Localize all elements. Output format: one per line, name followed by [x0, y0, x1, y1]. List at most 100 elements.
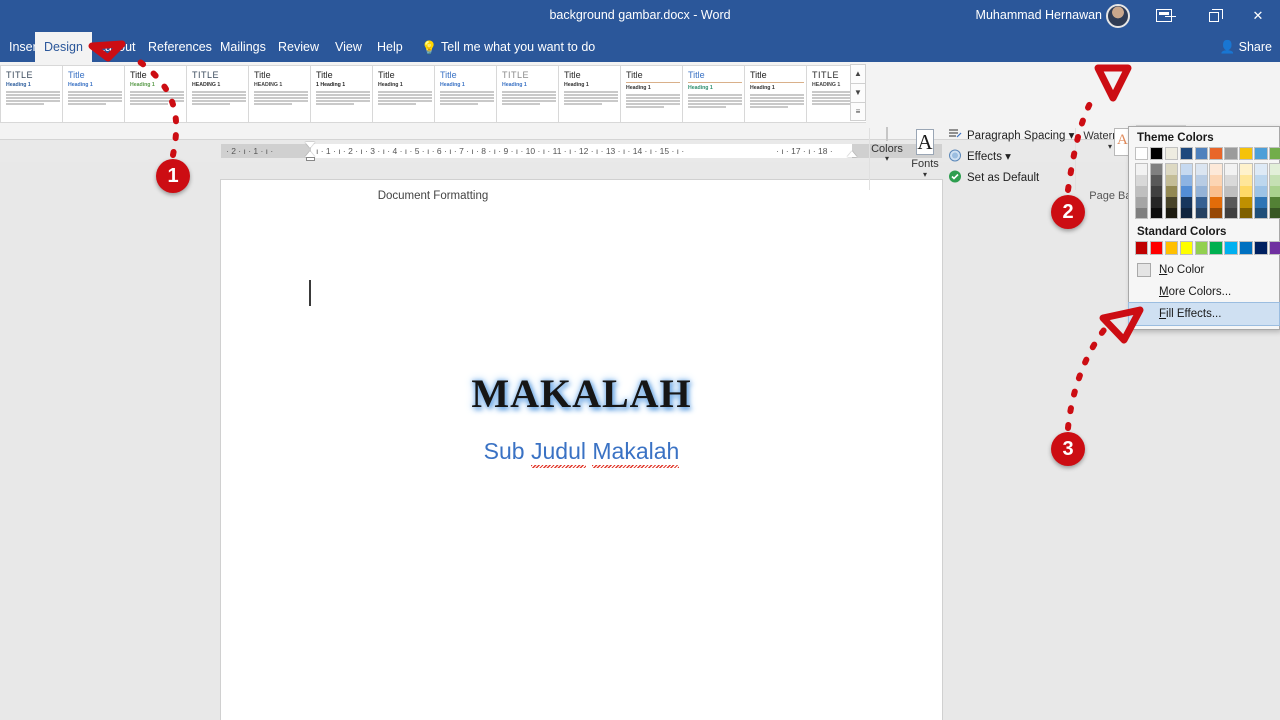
tab-review[interactable]: Review: [269, 32, 328, 62]
tab-help[interactable]: Help: [368, 32, 412, 62]
theme-color-swatch[interactable]: [1149, 147, 1164, 161]
standard-color-swatch[interactable]: [1209, 241, 1223, 255]
theme-color-tint-swatch[interactable]: [1135, 174, 1149, 186]
tab-mailings[interactable]: Mailings: [211, 32, 275, 62]
paragraph-spacing-button[interactable]: Paragraph Spacing ▾: [948, 128, 1074, 143]
style-gallery-item[interactable]: TITLE Heading 1: [0, 65, 66, 123]
style-gallery-item[interactable]: Title 1 Heading 1: [310, 65, 376, 123]
theme-color-swatch[interactable]: [1164, 147, 1179, 161]
theme-color-swatch[interactable]: [1179, 147, 1194, 161]
theme-color-tint-swatch[interactable]: [1209, 174, 1223, 186]
theme-color-tint-swatch[interactable]: [1194, 185, 1208, 197]
theme-color-tint-swatch[interactable]: [1269, 196, 1280, 209]
avatar[interactable]: [1106, 4, 1130, 28]
theme-color-tint-swatch[interactable]: [1135, 208, 1149, 220]
theme-color-tint-swatch[interactable]: [1239, 174, 1253, 186]
tab-layout[interactable]: Layout: [89, 32, 145, 62]
theme-color-tint-swatch[interactable]: [1164, 163, 1179, 175]
tell-me-input[interactable]: Tell me what you want to do: [441, 32, 595, 62]
dropdown-menu-items[interactable]: No Color More Colors... Fill Effects...: [1128, 259, 1280, 326]
dropdown-item-more-colors[interactable]: More Colors...: [1129, 281, 1279, 303]
theme-color-swatch[interactable]: [1269, 147, 1280, 161]
theme-color-tint-swatch[interactable]: [1164, 174, 1179, 186]
standard-color-swatch[interactable]: [1135, 241, 1149, 255]
theme-color-tint-swatch[interactable]: [1269, 163, 1280, 175]
account-name[interactable]: Muhammad Hernawan: [976, 8, 1102, 22]
style-gallery-item[interactable]: Title Heading 1: [372, 65, 438, 123]
document-formatting-gallery[interactable]: TITLE Heading 1 Title Heading 1 Title Heading…: [0, 63, 866, 125]
theme-color-tint-swatch[interactable]: [1254, 208, 1268, 220]
standard-colors-row[interactable]: [1135, 241, 1280, 255]
theme-color-tint-swatch[interactable]: [1269, 208, 1280, 220]
tab-references[interactable]: References: [139, 32, 221, 62]
theme-color-tint-swatch[interactable]: [1239, 163, 1253, 175]
theme-color-tint-swatch[interactable]: [1254, 174, 1268, 186]
theme-color-tint-swatch[interactable]: [1254, 196, 1268, 209]
theme-color-tint-swatch[interactable]: [1179, 196, 1194, 209]
theme-colors-button[interactable]: Colors ▾: [866, 127, 908, 163]
theme-color-tint-swatch[interactable]: [1209, 163, 1223, 175]
theme-colors-tint-row[interactable]: [1135, 163, 1280, 175]
theme-color-tint-swatch[interactable]: [1149, 208, 1164, 220]
style-gallery-item[interactable]: Title Heading 1: [558, 65, 624, 123]
theme-color-tint-swatch[interactable]: [1224, 208, 1238, 220]
gallery-scroll-up-button[interactable]: ▲: [850, 64, 866, 83]
style-gallery-item[interactable]: Title Heading 1: [682, 65, 748, 123]
style-gallery-item[interactable]: TITLE HEADING 1: [186, 65, 252, 123]
style-gallery-item[interactable]: TITLE Heading 1: [496, 65, 562, 123]
theme-colors-tint-row[interactable]: [1135, 185, 1280, 197]
document-canvas[interactable]: MAKALAH Sub Judul Makalah: [0, 162, 1280, 720]
theme-colors-tint-row[interactable]: [1135, 174, 1280, 186]
theme-color-tint-swatch[interactable]: [1179, 163, 1194, 175]
theme-color-swatch[interactable]: [1254, 147, 1268, 161]
theme-color-tint-swatch[interactable]: [1149, 185, 1164, 197]
theme-colors-tint-row[interactable]: [1135, 196, 1280, 209]
theme-color-tint-swatch[interactable]: [1194, 163, 1208, 175]
theme-color-swatch[interactable]: [1209, 147, 1223, 161]
theme-color-tint-swatch[interactable]: [1269, 174, 1280, 186]
theme-colors-tint-row[interactable]: [1135, 208, 1280, 220]
minimize-button[interactable]: [1148, 0, 1192, 32]
theme-color-tint-swatch[interactable]: [1164, 185, 1179, 197]
left-indent-marker[interactable]: [306, 157, 315, 161]
theme-color-tint-swatch[interactable]: [1254, 185, 1268, 197]
theme-color-tint-swatch[interactable]: [1224, 163, 1238, 175]
tab-design[interactable]: Design: [35, 32, 92, 62]
effects-button[interactable]: Effects ▾: [948, 149, 1011, 165]
standard-color-swatch[interactable]: [1164, 241, 1179, 255]
theme-color-swatch[interactable]: [1194, 147, 1208, 161]
theme-color-swatch[interactable]: [1239, 147, 1253, 161]
theme-fonts-button[interactable]: A Fonts ▾: [906, 128, 944, 178]
gallery-scroll-down-button[interactable]: ▼: [850, 83, 866, 102]
theme-color-tint-swatch[interactable]: [1194, 196, 1208, 209]
standard-color-swatch[interactable]: [1179, 241, 1194, 255]
theme-color-tint-swatch[interactable]: [1135, 196, 1149, 209]
right-indent-marker[interactable]: [847, 151, 857, 157]
tab-view[interactable]: View: [326, 32, 371, 62]
standard-color-swatch[interactable]: [1224, 241, 1238, 255]
maximize-button[interactable]: [1192, 0, 1236, 32]
theme-color-tint-swatch[interactable]: [1194, 174, 1208, 186]
theme-colors-grid[interactable]: [1129, 147, 1280, 220]
theme-color-tint-swatch[interactable]: [1239, 208, 1253, 220]
theme-color-tint-swatch[interactable]: [1149, 174, 1164, 186]
theme-color-tint-swatch[interactable]: [1179, 185, 1194, 197]
document-page[interactable]: MAKALAH Sub Judul Makalah: [221, 180, 942, 720]
standard-color-swatch[interactable]: [1269, 241, 1280, 255]
theme-color-tint-swatch[interactable]: [1269, 185, 1280, 197]
theme-color-tint-swatch[interactable]: [1254, 163, 1268, 175]
close-button[interactable]: ✕: [1236, 0, 1280, 32]
theme-color-tint-swatch[interactable]: [1164, 196, 1179, 209]
theme-color-tint-swatch[interactable]: [1209, 185, 1223, 197]
theme-color-tint-swatch[interactable]: [1149, 196, 1164, 209]
style-gallery-item[interactable]: Title Heading 1: [744, 65, 810, 123]
theme-color-tint-swatch[interactable]: [1209, 196, 1223, 209]
first-line-indent-marker[interactable]: [305, 142, 315, 148]
theme-color-tint-swatch[interactable]: [1135, 185, 1149, 197]
set-as-default-button[interactable]: Set as Default: [948, 170, 1039, 186]
theme-color-tint-swatch[interactable]: [1149, 163, 1164, 175]
style-gallery-item[interactable]: Title Heading 1: [62, 65, 128, 123]
style-gallery-item[interactable]: Title HEADING 1: [248, 65, 314, 123]
theme-color-tint-swatch[interactable]: [1239, 196, 1253, 209]
dropdown-item-fill-effects[interactable]: Fill Effects...: [1128, 301, 1280, 326]
